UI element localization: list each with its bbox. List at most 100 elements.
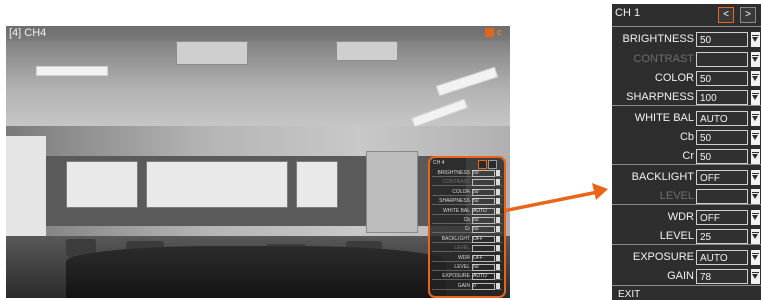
dropdown-arrow-icon[interactable] <box>751 32 760 47</box>
mini-row-value <box>472 245 495 253</box>
mini-menu-row: EXPOSURE AUTO <box>432 273 502 281</box>
mini-menu-row: GAIN 0 <box>432 282 502 290</box>
whiteboard <box>296 161 338 208</box>
menu-row-label: WHITE BAL <box>634 112 694 124</box>
menu-row-value-field <box>696 189 748 204</box>
settings-menu: CH 1 < > EXIT BRIGHTNESS 50 CONTRAST COLOR 5… <box>612 4 761 300</box>
arrow-shaft <box>497 190 599 214</box>
mini-row-label: WHITE BAL <box>443 207 470 214</box>
camera-status-icons: c <box>484 27 502 37</box>
mini-dropdown-icon <box>496 273 500 280</box>
menu-row-level: LEVEL 25 <box>612 227 761 246</box>
mini-row-value: OFF <box>472 254 495 262</box>
menu-row-value-field[interactable]: AUTO <box>696 111 748 126</box>
menu-row-value-field[interactable]: 50 <box>696 130 748 145</box>
mini-menu-row: WHITE BAL AUTO <box>432 207 502 215</box>
menu-row-label: LEVEL <box>659 190 694 202</box>
menu-title: CH 1 <box>615 7 641 19</box>
mini-row-label: CONTRAST <box>442 179 471 186</box>
menu-row-value-field[interactable]: 78 <box>696 269 748 284</box>
menu-row-value-field[interactable]: 50 <box>696 71 748 86</box>
window <box>6 136 46 236</box>
dropdown-arrow-icon[interactable] <box>751 130 760 145</box>
dropdown-arrow-icon[interactable] <box>751 269 760 284</box>
mini-row-value: 50 <box>472 188 495 196</box>
menu-row-contrast: CONTRAST <box>612 50 761 69</box>
mini-row-label: EXPOSURE <box>442 273 470 280</box>
mini-row-value: AUTO <box>472 273 495 281</box>
menu-row-white-bal: WHITE BAL AUTO <box>612 109 761 128</box>
conference-table <box>66 246 446 298</box>
mini-menu-row: LEVEL <box>432 245 502 253</box>
mini-menu-row: BACKLIGHT OFF <box>432 235 502 243</box>
menu-row-label: COLOR <box>654 72 694 84</box>
mini-row-value: 50 <box>472 226 495 234</box>
mini-row-label: SHARPNESS <box>439 198 470 205</box>
menu-row-value-field[interactable]: 50 <box>696 32 748 47</box>
ceiling-vent <box>336 41 398 61</box>
mini-dropdown-icon <box>496 207 500 214</box>
menu-row-value-field[interactable]: 100 <box>696 90 748 105</box>
mini-dropdown-icon <box>496 217 500 223</box>
menu-row-label: GAIN <box>667 270 694 282</box>
menu-row-value-field[interactable]: 25 <box>696 229 748 244</box>
menu-separator <box>612 26 761 27</box>
mini-menu-row: WDR OFF <box>432 254 502 262</box>
menu-row-brightness: BRIGHTNESS 50 <box>612 30 761 49</box>
mini-menu-row: Cb 50 <box>432 217 502 224</box>
dropdown-arrow-icon[interactable] <box>751 170 760 185</box>
mini-dropdown-icon <box>496 245 500 252</box>
dropdown-arrow-icon <box>751 189 760 204</box>
menu-row-value-field[interactable]: AUTO <box>696 250 748 265</box>
mini-menu-overlay: CH 4 BRIGHTNESS 50 CONTRAST COLOR 50 SHARPNES… <box>428 156 506 298</box>
ceiling-light <box>36 66 108 76</box>
dropdown-arrow-icon[interactable] <box>751 210 760 225</box>
mini-row-label: COLOR <box>452 188 470 195</box>
exit-button[interactable]: EXIT <box>618 289 640 300</box>
mini-dropdown-icon <box>496 198 500 205</box>
ceiling-vent <box>176 41 248 65</box>
mini-row-label: BRIGHTNESS <box>437 170 470 176</box>
menu-row-label: EXPOSURE <box>632 251 694 263</box>
prev-channel-button[interactable]: < <box>718 7 734 23</box>
dropdown-arrow-icon[interactable] <box>751 90 760 105</box>
next-channel-button[interactable]: > <box>740 7 756 23</box>
mini-row-label: Cr <box>464 226 470 233</box>
menu-row-wdr: WDR OFF <box>612 208 761 227</box>
dropdown-arrow-icon[interactable] <box>751 71 760 86</box>
dropdown-arrow-icon[interactable] <box>751 229 760 244</box>
mini-row-value: OFF <box>472 235 495 243</box>
menu-row-backlight: BACKLIGHT OFF <box>612 168 761 187</box>
menu-row-sharpness: SHARPNESS 100 <box>612 88 761 107</box>
mini-row-label: LEVEL <box>454 264 470 270</box>
mini-menu-row: Cr 50 <box>432 226 502 234</box>
menu-row-value-field[interactable]: OFF <box>696 170 748 185</box>
dropdown-arrow-icon[interactable] <box>751 111 760 126</box>
door <box>366 151 418 233</box>
menu-row-value-field[interactable]: 50 <box>696 149 748 164</box>
dropdown-arrow-icon[interactable] <box>751 250 760 265</box>
menu-row-value-field <box>696 52 748 67</box>
menu-row-label: WDR <box>667 211 694 223</box>
mini-menu-row: LEVEL 50 <box>432 264 502 271</box>
menu-row-label: Cr <box>682 150 694 162</box>
camera-view: [4] CH4 c CH 4 BRIGHTNESS 50 CONTRAST COLOR… <box>6 26 510 298</box>
mini-row-label: BACKLIGHT <box>441 235 470 242</box>
dropdown-arrow-icon[interactable] <box>751 149 760 164</box>
c-badge-icon: c <box>496 27 502 37</box>
menu-row-value-field[interactable]: OFF <box>696 210 748 225</box>
mini-row-label: WDR <box>458 254 470 261</box>
mini-prev-icon <box>478 160 487 169</box>
mini-row-value: 50 <box>472 170 495 177</box>
mini-row-value: 0 <box>472 282 495 290</box>
camera-title: [4] CH4 <box>9 27 47 39</box>
dropdown-arrow-icon <box>751 52 760 67</box>
mini-row-value: AUTO <box>472 207 495 215</box>
mini-dropdown-icon <box>496 264 500 270</box>
mini-row-value: 50 <box>472 198 495 206</box>
mini-row-value: 50 <box>472 217 495 224</box>
mini-menu-row: CONTRAST <box>432 179 502 187</box>
menu-row-color: COLOR 50 <box>612 69 761 88</box>
mini-menu-title: CH 4 <box>433 160 445 166</box>
mini-row-label: Cb <box>463 217 470 223</box>
